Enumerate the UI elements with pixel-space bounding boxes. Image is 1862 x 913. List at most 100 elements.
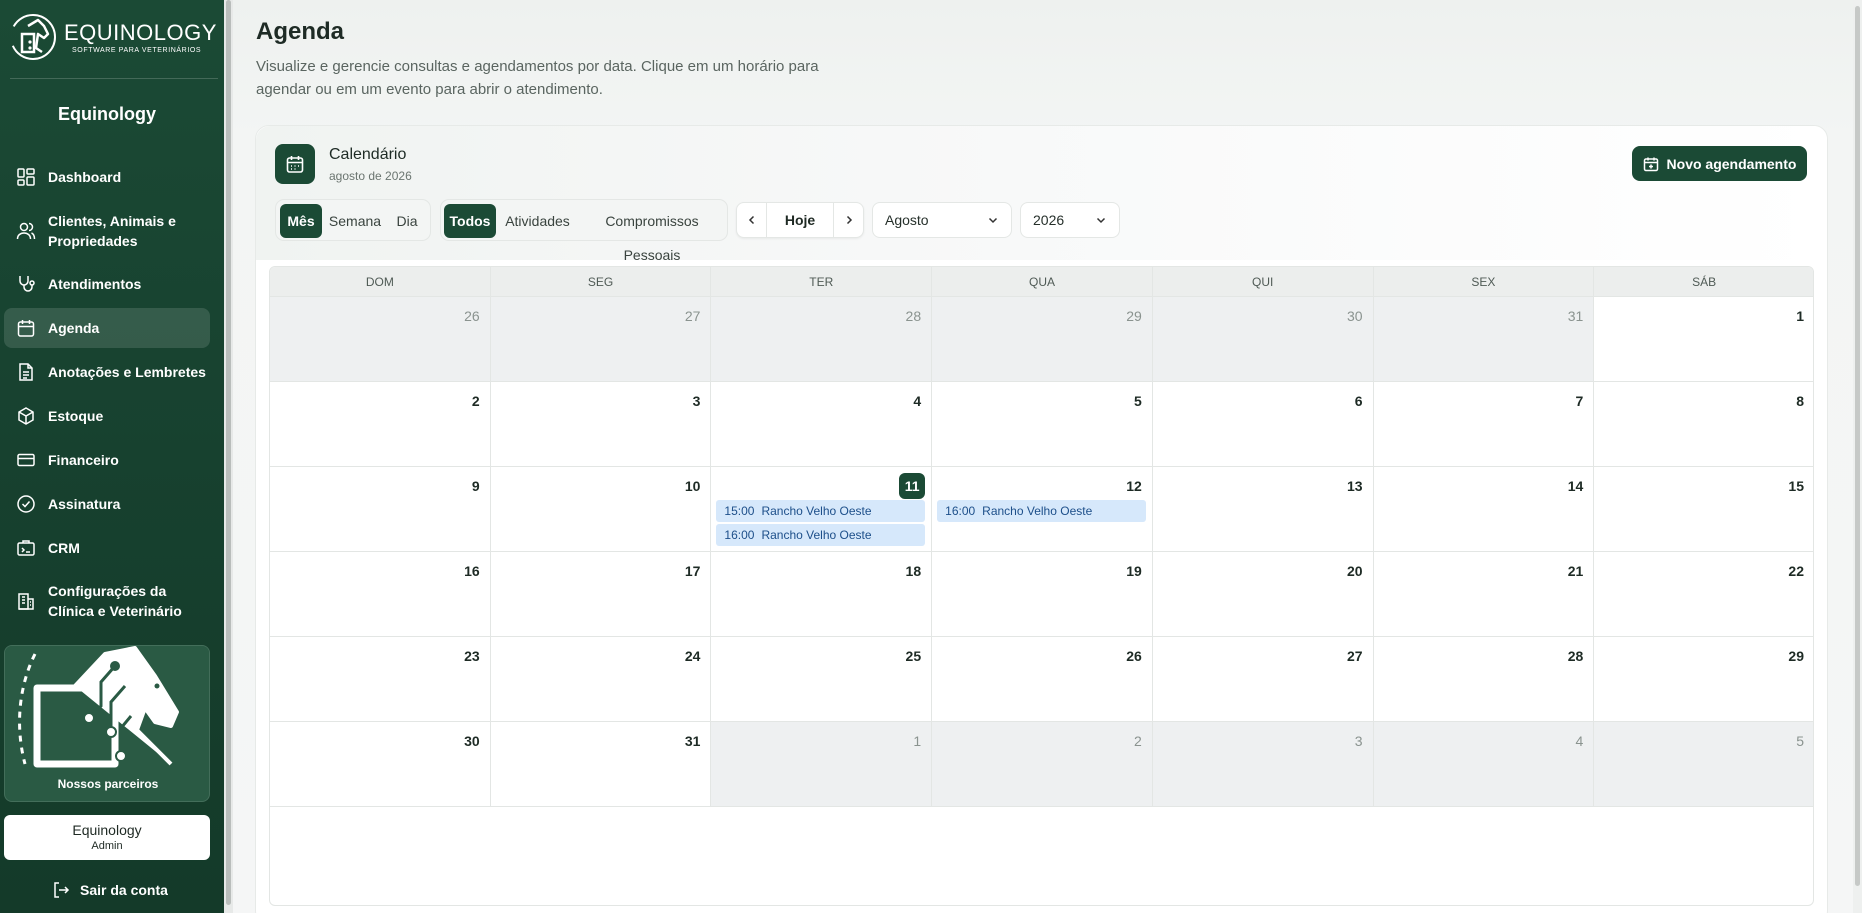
prev-month-button[interactable] (737, 203, 767, 237)
day-number: 20 (1346, 563, 1363, 579)
day-cell[interactable]: 29 (932, 297, 1153, 382)
sidebar-item-agenda[interactable]: Agenda (4, 308, 210, 348)
day-cell[interactable]: 28 (1373, 637, 1595, 722)
user-name: Equinology (72, 822, 142, 838)
sidebar-item-financeiro[interactable]: Financeiro (4, 446, 210, 474)
day-cell[interactable]: 29 (1594, 637, 1813, 722)
user-card[interactable]: Equinology Admin (4, 815, 210, 860)
day-number: 27 (684, 308, 701, 324)
day-cell[interactable]: 1 (711, 722, 933, 807)
day-cell[interactable]: 5 (1594, 722, 1813, 807)
day-cell[interactable]: 24 (490, 637, 712, 722)
logo[interactable]: EQUINOLOGY SOFTWARE PARA VETERINÁRIOS (8, 12, 218, 62)
day-cell[interactable]: 17 (490, 552, 712, 637)
event-time: 16:00 (945, 504, 976, 518)
calendar-icon (286, 156, 304, 173)
page-scrollbar[interactable] (1853, 0, 1862, 913)
day-cell[interactable]: 26 (932, 637, 1153, 722)
notes-icon (19, 363, 33, 381)
page-scrollbar-thumb[interactable] (1855, 6, 1860, 886)
sidebar-divider (10, 78, 218, 79)
day-cell[interactable]: 20 (1152, 552, 1374, 637)
day-cell[interactable]: 7 (1373, 382, 1595, 467)
sidebar-item-clientes[interactable]: Clientes, Animais e Propriedades (4, 210, 210, 252)
day-cell[interactable]: 27 (1152, 637, 1374, 722)
sidebar-item-label: Dashboard (48, 169, 122, 185)
day-cell[interactable]: 16 (270, 552, 491, 637)
day-cell[interactable]: 15 (1594, 467, 1813, 552)
day-cell[interactable]: 19 (932, 552, 1153, 637)
sidebar-item-crm[interactable]: CRM (4, 534, 210, 562)
chevron-down-icon (1096, 217, 1106, 224)
day-cell[interactable]: 12 16:00 Rancho Velho Oeste (932, 467, 1153, 552)
main-content: Agenda Visualize e gerencie consultas e … (233, 0, 1853, 913)
partners-banner[interactable]: Nossos parceiros (4, 645, 210, 802)
sidebar-item-label: Clientes, Animais e Propriedades (48, 213, 176, 249)
calendar-event[interactable]: 16:00 Rancho Velho Oeste (937, 500, 1147, 522)
month-select[interactable]: Agosto (872, 202, 1012, 238)
day-cell[interactable]: 25 (711, 637, 933, 722)
filter-all-button[interactable]: Todos (444, 204, 496, 238)
day-cell[interactable]: 31 (490, 722, 712, 807)
day-number: 29 (1126, 308, 1142, 324)
day-number: 31 (684, 733, 701, 749)
day-number: 10 (684, 478, 701, 494)
day-number: 17 (684, 563, 701, 579)
day-cell[interactable]: 22 (1594, 552, 1813, 637)
day-cell[interactable]: 8 (1594, 382, 1813, 467)
day-cell[interactable]: 30 (1152, 297, 1374, 382)
day-cell[interactable]: 1 (1594, 297, 1813, 382)
day-cell[interactable]: 4 (711, 382, 933, 467)
day-number: 3 (692, 393, 701, 409)
sidebar-item-assinatura[interactable]: Assinatura (4, 490, 210, 518)
day-cell[interactable]: 3 (490, 382, 712, 467)
day-cell[interactable]: 21 (1373, 552, 1595, 637)
day-cell[interactable]: 13 (1152, 467, 1374, 552)
day-cell[interactable]: 11 15:00 Rancho Velho Oeste 16:00 Rancho Vel… (711, 467, 933, 552)
event-title: Rancho Velho Oeste (982, 504, 1093, 518)
day-cell[interactable]: 26 (270, 297, 491, 382)
sidebar-item-estoque[interactable]: Estoque (4, 402, 210, 430)
day-cell[interactable]: 4 (1373, 722, 1595, 807)
day-cell[interactable]: 28 (711, 297, 933, 382)
day-cell[interactable]: 10 (490, 467, 712, 552)
event-time: 15:00 (724, 504, 755, 518)
day-cell[interactable]: 31 (1373, 297, 1595, 382)
day-cell[interactable]: 23 (270, 637, 491, 722)
view-day-button[interactable]: Dia (388, 204, 426, 238)
day-number: 28 (905, 308, 922, 324)
year-select[interactable]: 2026 (1020, 202, 1120, 238)
sidebar-item-configuracoes[interactable]: Configurações da Clínica e Veterinário (4, 580, 210, 622)
day-cell[interactable]: 2 (932, 722, 1153, 807)
logout-button[interactable]: Sair da conta (52, 881, 168, 899)
view-week-button[interactable]: Semana (326, 204, 384, 238)
view-month-button[interactable]: Mês (280, 204, 322, 238)
new-appointment-button[interactable]: Novo agendamento (1632, 146, 1807, 181)
day-cell[interactable]: 5 (932, 382, 1153, 467)
calendar-icon (17, 320, 35, 337)
day-number: 30 (464, 733, 480, 749)
sidebar-item-anotacoes[interactable]: Anotações e Lembretes (4, 358, 210, 386)
next-month-button[interactable] (833, 203, 863, 237)
day-cell[interactable]: 30 (270, 722, 491, 807)
day-cell[interactable]: 9 (270, 467, 491, 552)
day-cell[interactable]: 27 (490, 297, 712, 382)
sidebar-scrollbar[interactable] (224, 0, 233, 913)
filter-activities-button[interactable]: Atividades (501, 204, 574, 238)
calendar-event[interactable]: 15:00 Rancho Velho Oeste (716, 500, 926, 522)
today-button[interactable]: Hoje (767, 203, 833, 237)
year-select-value: 2026 (1033, 212, 1065, 228)
day-cell[interactable]: 2 (270, 382, 491, 467)
day-cell[interactable]: 6 (1152, 382, 1374, 467)
day-number: 29 (1788, 648, 1804, 664)
day-cell[interactable]: 18 (711, 552, 933, 637)
sidebar-scrollbar-thumb[interactable] (226, 0, 231, 905)
sidebar-item-dashboard[interactable]: Dashboard (4, 163, 210, 191)
day-cell[interactable]: 14 (1373, 467, 1595, 552)
sidebar-item-atendimentos[interactable]: Atendimentos (4, 270, 210, 298)
day-cell[interactable]: 3 (1152, 722, 1374, 807)
day-number: 22 (1788, 563, 1804, 579)
event-time: 16:00 (724, 528, 755, 542)
calendar-event[interactable]: 16:00 Rancho Velho Oeste (716, 524, 926, 546)
filter-personal-button[interactable]: Compromissos Pessoais (581, 204, 723, 263)
